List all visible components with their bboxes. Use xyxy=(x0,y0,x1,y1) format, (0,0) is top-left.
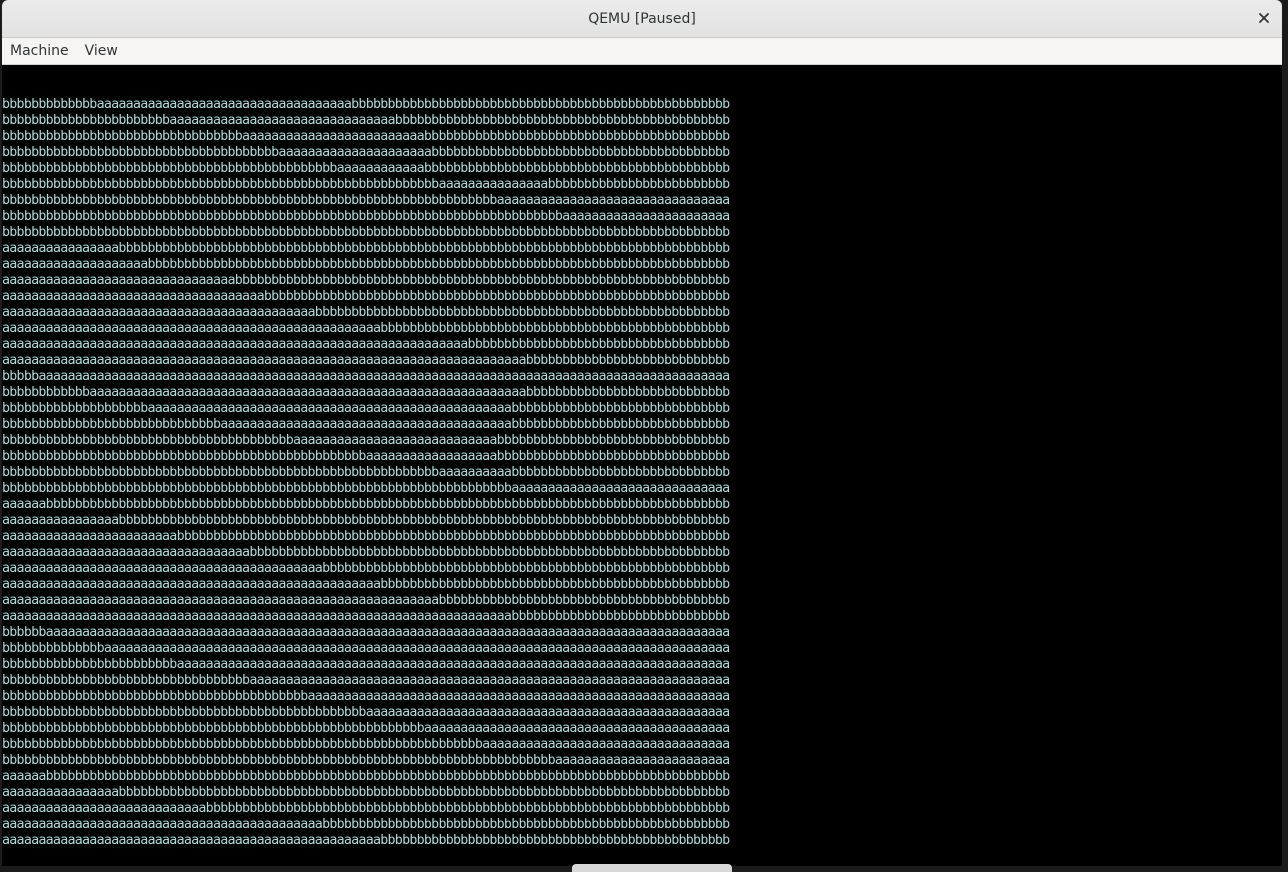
console-line: bbbbbaaaaaaaaaaaaaaaaaaaaaaaaaaaaaaaaaaa… xyxy=(2,369,730,384)
console-line: bbbbbbbbbbbbbbbbbbbbbbbaaaaaaaaaaaaaaaaa… xyxy=(2,113,730,128)
console-line: aaaaaaaaaaaaaaaaaaaaaaaaaaaaaaaaaabbbbbb… xyxy=(2,545,730,560)
menu-machine[interactable]: Machine xyxy=(2,38,77,64)
qemu-window: QEMU [Paused] Machine View bbbbbbbbbbbbb… xyxy=(2,0,1282,866)
console-line: aaaaaaaaaaaaaaaaaaaaaaaaaaaaaaaaaaaaaaaa… xyxy=(2,305,730,320)
console-line: aaaaaaaaaaaaaaaabbbbbbbbbbbbbbbbbbbbbbbb… xyxy=(2,785,730,800)
console-line: bbbbbbbbbbbbbbbbbbbbbbbbbbbbbbbbbbbbbbbb… xyxy=(2,193,730,208)
console-line: aaaaaabbbbbbbbbbbbbbbbbbbbbbbbbbbbbbbbbb… xyxy=(2,497,730,512)
title-bar[interactable]: QEMU [Paused] xyxy=(2,0,1282,38)
close-button[interactable] xyxy=(1254,8,1274,28)
console-line: bbbbbbbbbbbbbbbbbbbbbbbbbbbbbbbbbbbbbbaa… xyxy=(2,145,730,160)
console-line: aaaaaabbbbbbbbbbbbbbbbbbbbbbbbbbbbbbbbbb… xyxy=(2,769,730,784)
console-line: bbbbbbbbbbbbbbbbbbbbbbbbbbbbbbbbbbbbbbbb… xyxy=(2,689,730,704)
console-line: bbbbbbbbbbbbbbbbbbbbbbbbbbbbbbbbbaaaaaaa… xyxy=(2,129,730,144)
console-line: aaaaaaaaaaaaaaaaaaaaaaaaaaaaaaaaaaaaaaaa… xyxy=(2,817,730,832)
console-line: aaaaaaaaaaaaaaaaaaaaaaaaaaaaaaaaaaaaaaaa… xyxy=(2,593,730,608)
console-line: bbbbbbbbbbbbbbbbbbbbbbbbbbbbbbbbbbbbbbbb… xyxy=(2,481,730,496)
console-line: bbbbbbbbbbbbbbbbbbbbbbbbbbbbbbbbbbbbbbbb… xyxy=(2,465,730,480)
console-line: bbbbbbbbbbbbaaaaaaaaaaaaaaaaaaaaaaaaaaaa… xyxy=(2,385,730,400)
console-line: bbbbbbbbbbbbbaaaaaaaaaaaaaaaaaaaaaaaaaaa… xyxy=(2,97,730,112)
vm-display[interactable]: bbbbbbbbbbbbbaaaaaaaaaaaaaaaaaaaaaaaaaaa… xyxy=(2,65,1282,866)
console-line: aaaaaaaaaaaaaaaaaaaaaaaaaaaaaaaaaaaaaaaa… xyxy=(2,561,730,576)
console-line: bbbbbbbbbbbbbbbbbbbbbbbbbbbbbbbbbbaaaaaa… xyxy=(2,673,730,688)
console-line: bbbbbbaaaaaaaaaaaaaaaaaaaaaaaaaaaaaaaaaa… xyxy=(2,625,730,640)
console-line: aaaaaaaaaaaaaaaaaaaaaaaaaaaaaaaaaaaaaaaa… xyxy=(2,609,730,624)
console-line: aaaaaaaaaaaaaaaaaaaaaaaaaaaaaaaaaaaaaaaa… xyxy=(2,833,730,848)
console-line: bbbbbbbbbbbbbbbbbbbbbbbbaaaaaaaaaaaaaaaa… xyxy=(2,657,730,672)
console-line: aaaaaaaaaaaaaaaaaaaaaaaaaaaaaaaaaaaaaaaa… xyxy=(2,321,730,336)
console-line: bbbbbbbbbbbbbbbbbbbbbbbbbbbbbbbbbbbbbbbb… xyxy=(2,177,730,192)
console-line: bbbbbbbbbbbbbbbbbbbbbbbbbbbbbbbbbbbbbbbb… xyxy=(2,161,730,176)
console-line: bbbbbbbbbbbbbbbbbbbbaaaaaaaaaaaaaaaaaaaa… xyxy=(2,401,730,416)
console-line: aaaaaaaaaaaaaaaaaaaaaaaaaaaaaaaaaaaaaaaa… xyxy=(2,337,730,352)
console-line: aaaaaaaaaaaaaaaaaaaaaaaaaaaaaaaaaaaaaaaa… xyxy=(2,577,730,592)
console-line: bbbbbbbbbbbbbbbbbbbbbbbbbbbbbbaaaaaaaaaa… xyxy=(2,417,730,432)
console-line: aaaaaaaaaaaaaaaaaaaaaaaaaaaaaaaabbbbbbbb… xyxy=(2,273,730,288)
console-line: bbbbbbbbbbbbbbbbbbbbbbbbbbbbbbbbbbbbbbbb… xyxy=(2,705,730,720)
desktop-wallpaper-fragment xyxy=(572,864,732,872)
console-line: aaaaaaaaaaaaaaaaaaaabbbbbbbbbbbbbbbbbbbb… xyxy=(2,257,730,272)
menu-view[interactable]: View xyxy=(77,38,126,64)
close-icon xyxy=(1259,13,1269,23)
console-line: aaaaaaaaaaaaaaaaaaaaaaaaaaaabbbbbbbbbbbb… xyxy=(2,801,730,816)
console-line: bbbbbbbbbbbbbbbbbbbbbbbbbbbbbbbbbbbbbbbb… xyxy=(2,209,730,224)
console-line: aaaaaaaaaaaaaaaabbbbbbbbbbbbbbbbbbbbbbbb… xyxy=(2,513,730,528)
menu-bar: Machine View xyxy=(2,38,1282,65)
console-line: bbbbbbbbbbbbbbbbbbbbbbbbbbbbbbbbbbbbbbbb… xyxy=(2,449,730,464)
console-line: bbbbbbbbbbbbbbbbbbbbbbbbbbbbbbbbbbbbbbbb… xyxy=(2,753,730,768)
console-line: bbbbbbbbbbbbbbbbbbbbbbbbbbbbbbbbbbbbbbbb… xyxy=(2,721,730,736)
window-title: QEMU [Paused] xyxy=(588,10,696,27)
console-line: bbbbbbbbbbbbbbbbbbbbbbbbbbbbbbbbbbbbbbbb… xyxy=(2,225,730,240)
console-line: aaaaaaaaaaaaaaaaaaaaaaaaaaaaaaaaaaaaaaaa… xyxy=(2,353,730,368)
guest-console-output: bbbbbbbbbbbbbaaaaaaaaaaaaaaaaaaaaaaaaaaa… xyxy=(2,97,1282,849)
console-line: bbbbbbbbbbbbbbbbbbbbbbbbbbbbbbbbbbbbbbbb… xyxy=(2,433,730,448)
console-line: aaaaaaaaaaaaaaaaaaaaaaaabbbbbbbbbbbbbbbb… xyxy=(2,529,730,544)
console-line: bbbbbbbbbbbbbbbbbbbbbbbbbbbbbbbbbbbbbbbb… xyxy=(2,737,730,752)
console-line: aaaaaaaaaaaaaaaaaaaaaaaaaaaaaaaaaaaabbbb… xyxy=(2,289,730,304)
console-line: bbbbbbbbbbbbbbaaaaaaaaaaaaaaaaaaaaaaaaaa… xyxy=(2,641,730,656)
console-line: aaaaaaaaaaaaaaaabbbbbbbbbbbbbbbbbbbbbbbb… xyxy=(2,241,730,256)
